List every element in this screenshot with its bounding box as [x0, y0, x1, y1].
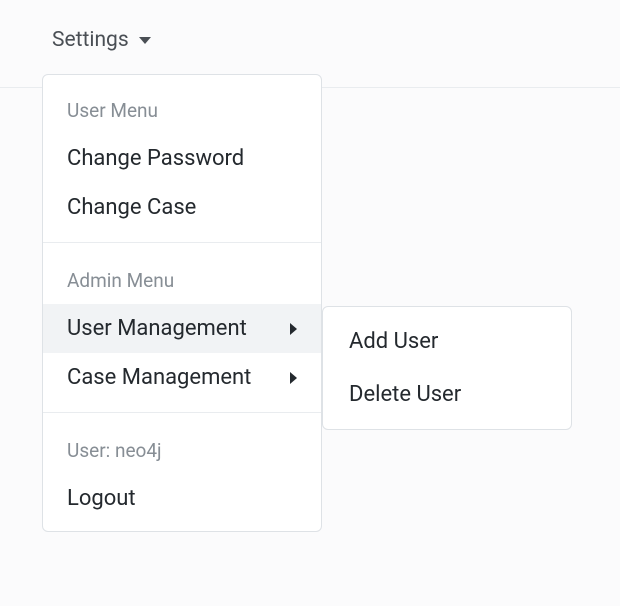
- user-management-submenu: Add User Delete User: [322, 306, 572, 430]
- submenu-item-label: Delete User: [349, 382, 461, 407]
- caret-right-icon: [290, 323, 297, 335]
- menu-item-label: Logout: [67, 486, 136, 511]
- settings-label: Settings: [52, 28, 129, 52]
- menu-item-label: Change Password: [67, 146, 244, 171]
- submenu-item-add-user[interactable]: Add User: [323, 315, 571, 368]
- section-header-current-user: User: neo4j: [43, 423, 321, 474]
- caret-right-icon: [290, 372, 297, 384]
- submenu-item-label: Add User: [349, 329, 438, 354]
- menu-item-change-password[interactable]: Change Password: [43, 134, 321, 183]
- menu-item-change-case[interactable]: Change Case: [43, 183, 321, 232]
- menu-divider: [43, 412, 321, 413]
- section-header-user-menu: User Menu: [43, 83, 321, 134]
- settings-dropdown-button[interactable]: Settings: [52, 28, 151, 52]
- menu-item-label: Change Case: [67, 195, 196, 220]
- menu-item-logout[interactable]: Logout: [43, 474, 321, 523]
- caret-down-icon: [139, 37, 151, 44]
- menu-item-label: User Management: [67, 316, 247, 341]
- settings-dropdown-menu: User Menu Change Password Change Case Ad…: [42, 74, 322, 532]
- menu-item-user-management[interactable]: User Management: [43, 304, 321, 353]
- menu-item-label: Case Management: [67, 365, 251, 390]
- section-header-admin-menu: Admin Menu: [43, 253, 321, 304]
- menu-item-case-management[interactable]: Case Management: [43, 353, 321, 402]
- menu-divider: [43, 242, 321, 243]
- submenu-item-delete-user[interactable]: Delete User: [323, 368, 571, 421]
